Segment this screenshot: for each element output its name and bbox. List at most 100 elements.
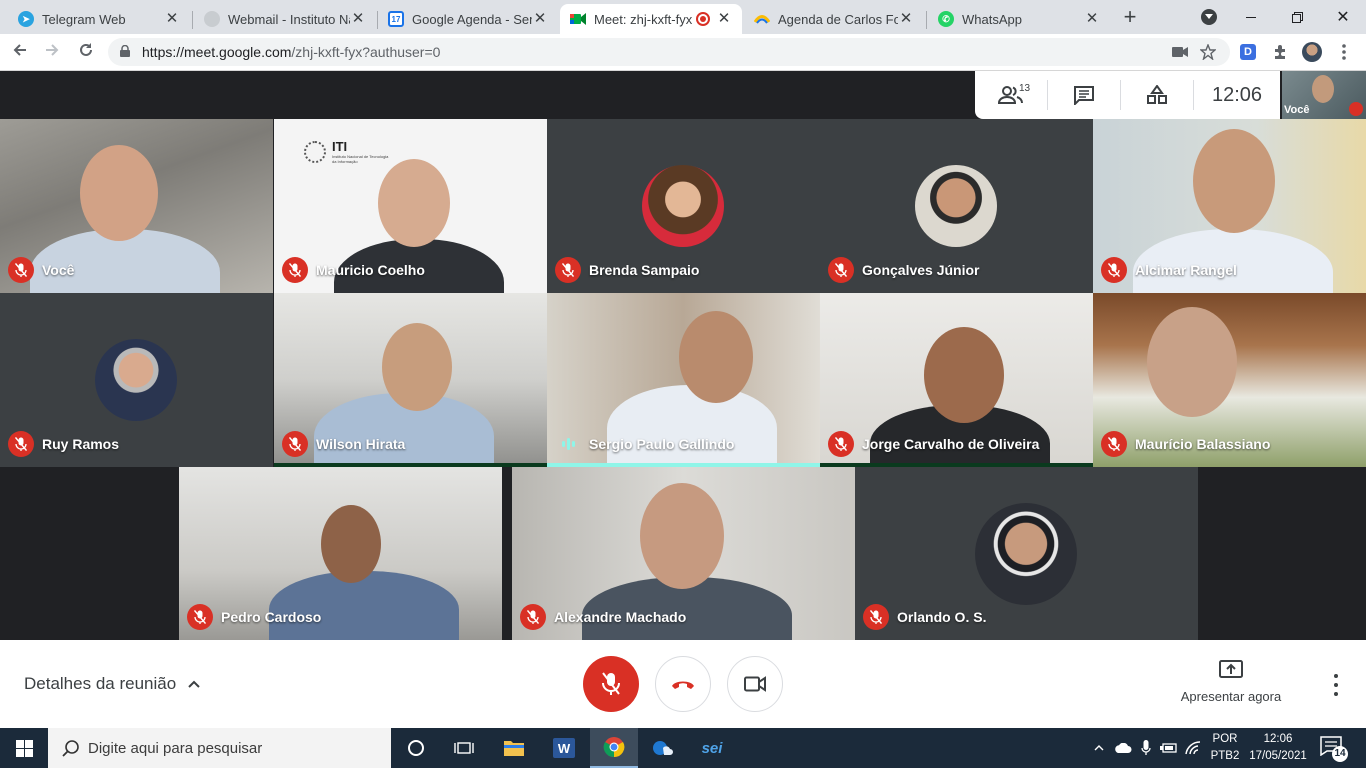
leave-call-button[interactable] <box>655 656 711 712</box>
participant-tile[interactable]: Você <box>0 119 273 293</box>
tab-meet[interactable]: Meet: zhj-kxft-fyx ✕ <box>560 4 742 34</box>
person-head <box>924 327 1004 423</box>
iti-logo: ITI Instituto Nacional de Tecnologia da … <box>304 139 392 164</box>
telegram-icon: ➤ <box>18 11 34 27</box>
self-preview-tile[interactable]: Você <box>1282 71 1366 119</box>
address-bar[interactable]: https://meet.google.com/zhj-kxft-fyx?aut… <box>108 38 1230 66</box>
mic-off-icon <box>555 257 581 283</box>
participant-tile[interactable]: Maurício Balassiano <box>1093 293 1366 467</box>
mic-off-icon <box>8 257 34 283</box>
wifi-tray-button[interactable] <box>1182 728 1204 768</box>
present-now-button[interactable]: Apresentar agora <box>1170 660 1292 704</box>
tab-telegram[interactable]: ➤ Telegram Web ✕ <box>8 4 190 34</box>
close-icon[interactable]: ✕ <box>898 11 914 27</box>
close-icon[interactable]: ✕ <box>164 11 180 27</box>
cloud-globe-icon <box>653 741 673 755</box>
participant-tile[interactable]: Alexandre Machado <box>512 467 855 640</box>
person-head <box>1193 129 1275 233</box>
restore-button[interactable] <box>1274 0 1320 34</box>
shapes-icon <box>1147 85 1167 104</box>
chat-icon <box>1074 86 1094 105</box>
close-icon[interactable]: ✕ <box>532 11 548 27</box>
mic-off-icon <box>828 257 854 283</box>
onedrive-tray-button[interactable] <box>1112 728 1134 768</box>
minimize-button[interactable] <box>1228 0 1274 34</box>
start-button[interactable] <box>0 728 48 768</box>
reload-button[interactable] <box>74 40 98 64</box>
participant-tile[interactable]: Alcimar Rangel <box>1093 119 1366 293</box>
avatar <box>975 503 1077 605</box>
self-video <box>1312 75 1334 103</box>
task-view-icon <box>454 742 474 754</box>
file-explorer-button[interactable] <box>490 728 538 768</box>
extension-d-icon[interactable]: D <box>1238 42 1258 62</box>
camera-toggle-button[interactable] <box>727 656 783 712</box>
new-tab-button[interactable]: + <box>1118 5 1142 29</box>
participant-tile[interactable]: Sergio Paulo Gallindo <box>547 293 820 467</box>
profile-avatar[interactable] <box>1302 42 1322 62</box>
participants-button[interactable]: 13 <box>975 71 1047 119</box>
system-clock[interactable]: 12:06 17/05/2021 <box>1246 731 1310 765</box>
dot <box>1334 692 1338 696</box>
meet-stage: 13 12:06 Você Você ITI Instituto Naciona… <box>0 71 1366 640</box>
tray-overflow-button[interactable] <box>1090 728 1108 768</box>
close-icon[interactable]: ✕ <box>716 11 732 27</box>
mic-off-icon <box>282 431 308 457</box>
close-window-button[interactable]: ✕ <box>1320 0 1366 34</box>
back-button[interactable] <box>8 40 32 64</box>
meeting-details-button[interactable]: Detalhes da reunião <box>24 674 200 694</box>
microphone-tray-button[interactable] <box>1136 728 1156 768</box>
tab-google-agenda[interactable]: 17 Google Agenda - Sem ✕ <box>378 4 558 34</box>
person-head <box>640 483 724 589</box>
microphone-toggle-button[interactable] <box>583 656 639 712</box>
chrome-taskbar-button[interactable] <box>590 728 638 768</box>
system-date: 17/05/2021 <box>1249 750 1307 762</box>
tab-search-button[interactable] <box>1186 0 1232 34</box>
camera-indicator-icon[interactable] <box>1170 42 1190 62</box>
puzzle-extensions-icon[interactable] <box>1270 42 1290 62</box>
camera-icon <box>744 676 766 692</box>
webmail-icon <box>204 11 220 27</box>
close-icon[interactable]: ✕ <box>1084 11 1100 27</box>
input-language-indicator[interactable]: POR PTB2 <box>1208 731 1242 765</box>
taskbar-search-box[interactable]: Digite aqui para pesquisar <box>48 728 391 768</box>
power-plug-icon <box>1160 743 1177 753</box>
search-placeholder: Digite aqui para pesquisar <box>88 739 263 757</box>
participant-tile[interactable]: Jorge Carvalho de Oliveira <box>820 293 1093 467</box>
chat-button[interactable] <box>1048 71 1120 119</box>
task-view-button[interactable] <box>440 728 488 768</box>
more-options-button[interactable] <box>1326 674 1346 696</box>
cortana-button[interactable] <box>392 728 440 768</box>
close-icon[interactable]: ✕ <box>350 11 366 27</box>
activities-button[interactable] <box>1121 71 1193 119</box>
participant-tile[interactable]: Brenda Sampaio <box>547 119 820 293</box>
participant-tile[interactable]: ITI Instituto Nacional de Tecnologia da … <box>274 119 547 293</box>
participant-tile[interactable]: Wilson Hirata <box>274 293 547 467</box>
participant-name: Wilson Hirata <box>282 431 405 457</box>
mic-off-icon <box>282 257 308 283</box>
mic-off-icon <box>1349 102 1363 116</box>
person-head <box>382 323 452 411</box>
chrome-menu-icon[interactable] <box>1334 42 1354 62</box>
chevron-up-icon <box>188 680 200 688</box>
tab-webmail[interactable]: Webmail - Instituto Na ✕ <box>194 4 376 34</box>
participant-tile[interactable]: Pedro Cardoso <box>179 467 502 640</box>
vpn-app-button[interactable] <box>638 728 686 768</box>
present-now-label: Apresentar agora <box>1180 689 1282 704</box>
action-center-button[interactable]: 14 <box>1320 736 1348 762</box>
participant-tile[interactable]: Orlando O. S. <box>855 467 1198 640</box>
tab-agenda-carlos[interactable]: Agenda de Carlos Fort ✕ <box>744 4 924 34</box>
participant-name: Jorge Carvalho de Oliveira <box>828 431 1039 457</box>
participant-tile[interactable]: Gonçalves Júnior <box>820 119 1093 293</box>
battery-tray-button[interactable] <box>1158 728 1180 768</box>
wifi-icon <box>1185 741 1201 755</box>
forward-button[interactable] <box>40 40 64 64</box>
avatar <box>642 165 724 247</box>
self-label: Você <box>1284 104 1310 116</box>
participant-tile[interactable]: Ruy Ramos <box>0 293 273 467</box>
word-button[interactable]: W <box>540 728 588 768</box>
participant-name: Alexandre Machado <box>520 604 686 630</box>
sei-app-button[interactable]: sei <box>688 728 736 768</box>
tab-whatsapp[interactable]: ✆ WhatsApp ✕ <box>928 4 1110 34</box>
bookmark-star-icon[interactable] <box>1198 42 1218 62</box>
